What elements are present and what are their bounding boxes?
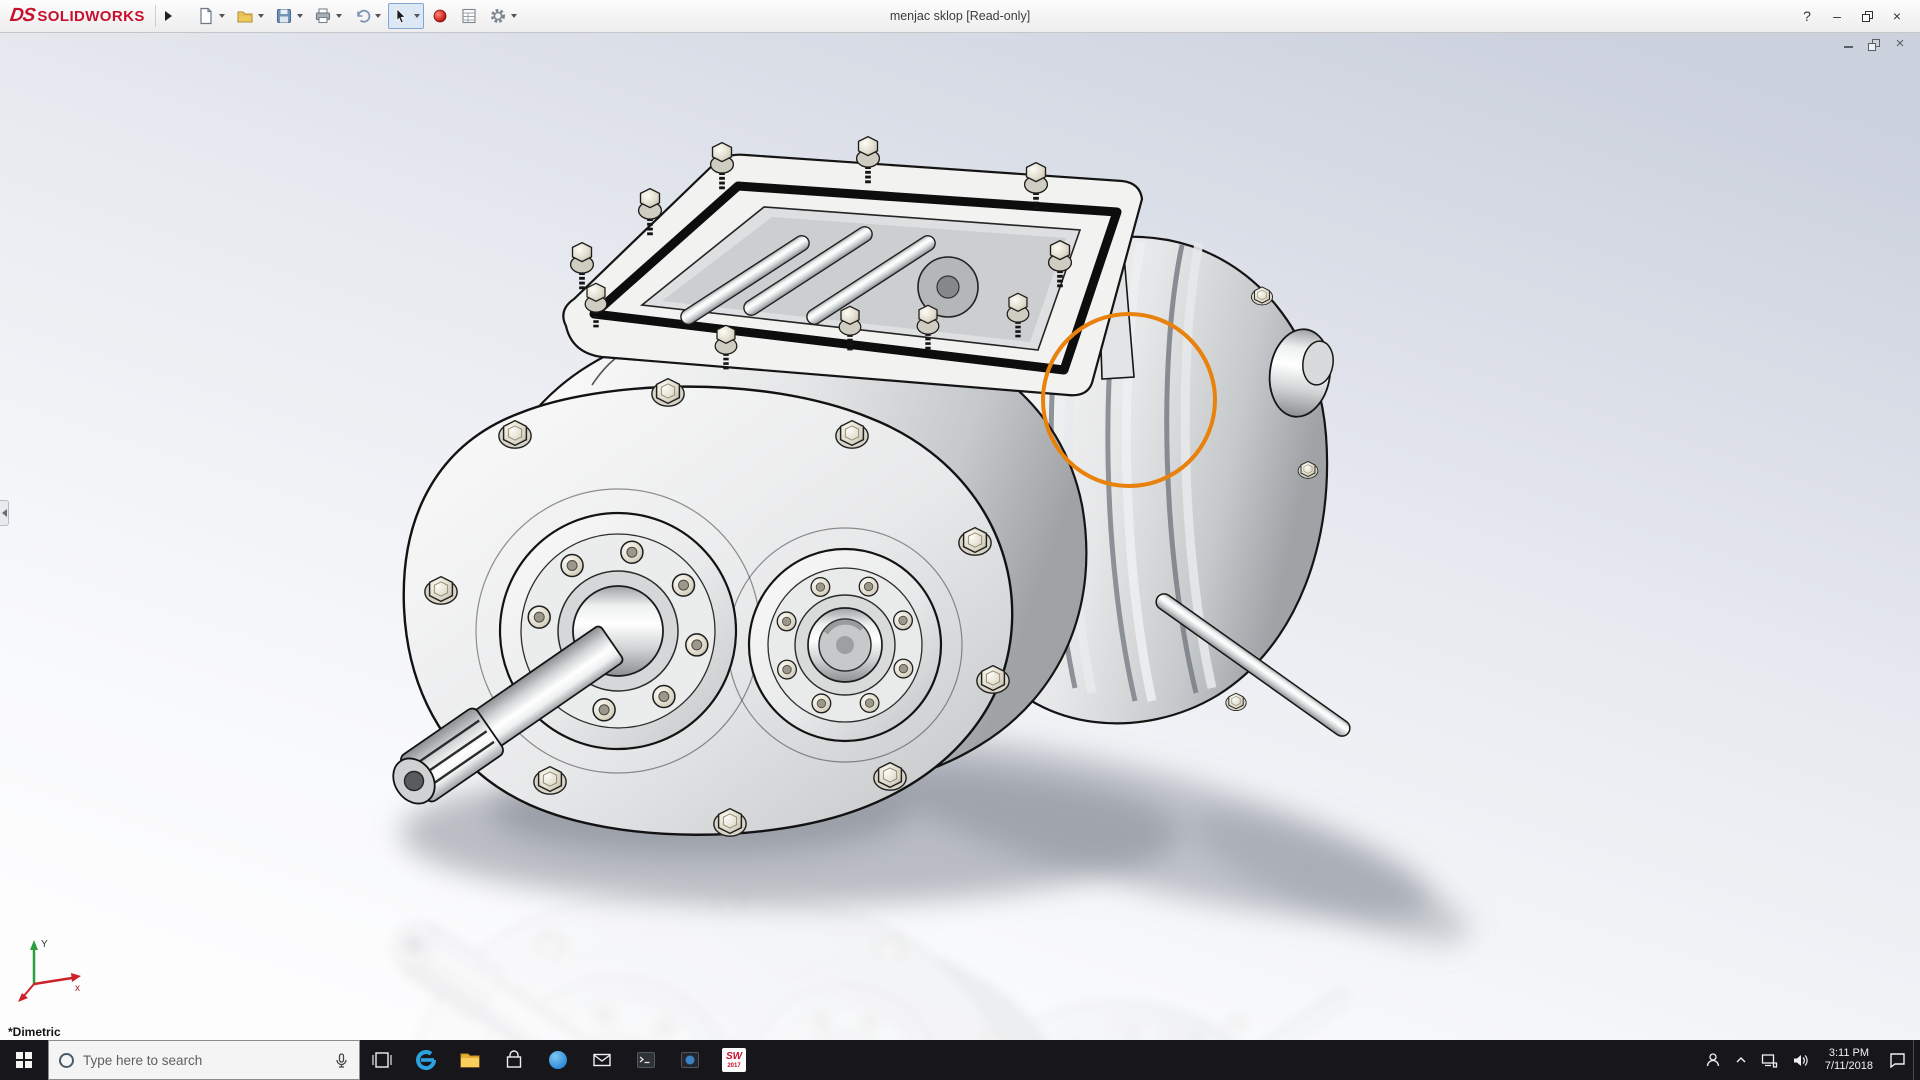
chevron-up-icon [1735,1054,1747,1066]
microphone-icon[interactable] [334,1053,349,1068]
solidworks-logo: DS SOLIDWORKS [10,5,145,27]
show-desktop-button[interactable] [1913,1040,1920,1080]
expand-arrow-icon [165,11,172,21]
collapse-arrow-icon [2,509,7,517]
mail-button[interactable] [580,1040,624,1080]
start-button[interactable] [0,1040,48,1080]
network-button[interactable] [1754,1040,1785,1080]
solidworks-window: DS SOLIDWORKS [0,0,1920,1080]
rebuild-icon [431,7,449,25]
document-window-controls: × [1840,37,1908,51]
file-properties-button[interactable] [456,3,482,29]
reference-triad: Y x [12,932,94,1014]
command-prompt-button[interactable] [624,1040,668,1080]
select-button[interactable] [388,3,424,29]
select-cursor-icon [392,7,410,25]
new-document-button[interactable] [193,3,229,29]
triad-x-label: x [75,983,80,994]
dropdown-caret[interactable] [297,14,303,18]
taskbar-apps: SW 2017 [360,1040,756,1080]
skype-icon [547,1049,569,1071]
gear-icon [489,7,507,25]
action-center-button[interactable] [1882,1040,1913,1080]
file-explorer-icon [459,1049,481,1071]
photos-button[interactable] [668,1040,712,1080]
dropdown-caret[interactable] [219,14,225,18]
triad-y-label: Y [41,939,48,950]
task-pane-toggle[interactable] [0,500,9,526]
dropdown-caret[interactable] [511,14,517,18]
clock-time: 3:11 PM [1829,1047,1869,1060]
task-view-button[interactable] [360,1040,404,1080]
restore-icon [1868,39,1880,51]
windows-taskbar: SW 2017 3:11 PM 7/11/2018 [0,1040,1920,1080]
graphics-area[interactable]: × Y x *Dimetric [0,33,1920,1040]
dropdown-caret[interactable] [336,14,342,18]
standard-toolbar [193,3,521,29]
rebuild-button[interactable] [427,3,453,29]
view-orientation-label: *Dimetric [8,1025,61,1039]
close-button[interactable]: × [1882,3,1912,29]
doc-minimize-button[interactable] [1840,37,1856,51]
system-tray: 3:11 PM 7/11/2018 [1698,1040,1920,1080]
hidden-icons-button[interactable] [1728,1040,1754,1080]
minimize-button[interactable]: – [1822,3,1852,29]
network-icon [1761,1053,1778,1068]
search-input[interactable] [83,1053,325,1068]
command-prompt-icon [635,1049,657,1071]
skype-button[interactable] [536,1040,580,1080]
clock-date: 7/11/2018 [1825,1060,1873,1073]
save-floppy-icon [275,7,293,25]
3d-scene[interactable] [0,33,1920,1040]
volume-button[interactable] [1785,1040,1816,1080]
open-button[interactable] [232,3,268,29]
solidworks-2017-button[interactable]: SW 2017 [712,1040,756,1080]
file-properties-icon [460,7,478,25]
action-center-icon [1889,1052,1906,1068]
edge-button[interactable] [404,1040,448,1080]
windows-logo-icon [16,1052,32,1068]
taskbar-search[interactable] [48,1040,360,1080]
help-button[interactable]: ? [1792,3,1822,29]
store-bag-icon [503,1049,525,1071]
volume-icon [1792,1053,1809,1068]
print-icon [314,7,332,25]
undo-arrow-icon [353,7,371,25]
solidworks-2017-icon: SW 2017 [722,1048,746,1072]
doc-close-button[interactable]: × [1892,37,1908,51]
mail-icon [591,1049,613,1071]
new-document-icon [197,7,215,25]
edge-icon [415,1049,437,1071]
doc-restore-button[interactable] [1866,37,1882,51]
cortana-icon [59,1053,74,1068]
store-button[interactable] [492,1040,536,1080]
taskbar-clock[interactable]: 3:11 PM 7/11/2018 [1816,1040,1882,1080]
people-icon [1705,1052,1721,1068]
restore-icon [1862,11,1873,22]
photos-icon [679,1049,701,1071]
dassault-mark: DS [8,5,35,27]
task-view-icon [371,1049,393,1071]
dropdown-caret[interactable] [375,14,381,18]
menu-expand-button[interactable] [155,5,173,27]
dropdown-caret[interactable] [414,14,420,18]
open-folder-icon [236,7,254,25]
document-title: menjac sklop [Read-only] [890,0,1030,33]
titlebar: DS SOLIDWORKS [0,0,1920,33]
people-button[interactable] [1698,1040,1728,1080]
file-explorer-button[interactable] [448,1040,492,1080]
close-icon: × [1896,37,1905,51]
window-controls: ? – × [1792,3,1920,29]
restore-button[interactable] [1852,3,1882,29]
options-button[interactable] [485,3,521,29]
dropdown-caret[interactable] [258,14,264,18]
undo-button[interactable] [349,3,385,29]
print-button[interactable] [310,3,346,29]
minimize-icon [1844,46,1853,48]
brand-name: SOLIDWORKS [37,8,144,25]
save-button[interactable] [271,3,307,29]
